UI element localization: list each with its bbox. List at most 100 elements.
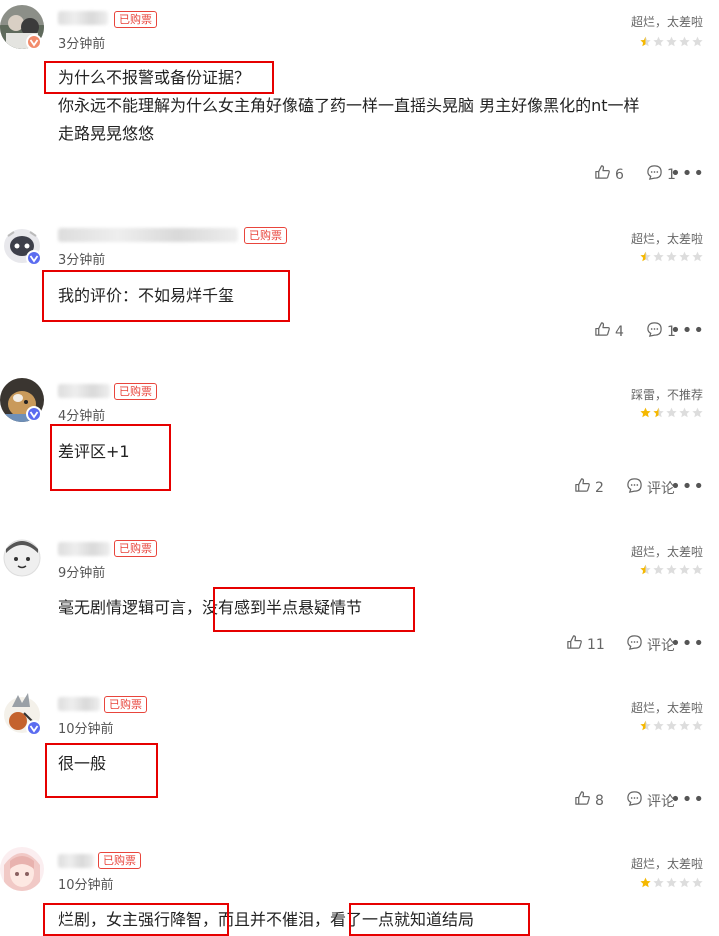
rating-text: 超烂，太差啦: [630, 857, 703, 871]
star-icon: [666, 564, 677, 575]
star-icon: [653, 877, 664, 888]
review-card: 已购票 10分钟前 超烂，太差啦 很一般 8 评论 •••: [0, 689, 719, 829]
verified-badge-icon: [26, 250, 42, 266]
star-icon: [653, 407, 664, 418]
purchased-badge: 已购票: [98, 852, 141, 869]
star-icon: [679, 564, 690, 575]
star-icon: [679, 877, 690, 888]
comment-button[interactable]: 评论: [626, 477, 675, 498]
thumbs-up-icon: [566, 634, 583, 655]
star-icon: [679, 407, 690, 418]
star-rating: [640, 407, 703, 418]
highlight-box: [213, 587, 415, 632]
star-icon: [653, 720, 664, 731]
star-icon: [653, 564, 664, 575]
comment-bubble-icon: [626, 634, 643, 655]
star-icon: [640, 564, 651, 575]
star-icon: [640, 251, 651, 262]
comment-bubble-icon: [646, 321, 663, 342]
more-dots-icon[interactable]: •••: [670, 789, 705, 810]
star-rating: [640, 36, 703, 47]
review-card: 已购票 9分钟前 超烂，太差啦 毫无剧情逻辑可言，没有感到半点悬疑情节 11 评…: [0, 533, 719, 673]
like-count: 11: [587, 636, 605, 653]
like-button[interactable]: 11: [566, 634, 605, 655]
avatar[interactable]: [0, 535, 44, 579]
comment-bubble-icon: [626, 790, 643, 811]
purchased-badge: 已购票: [244, 227, 287, 244]
highlight-box: [349, 903, 530, 936]
star-icon: [640, 407, 651, 418]
thumbs-up-icon: [574, 477, 591, 498]
star-icon: [692, 251, 703, 262]
star-icon: [640, 877, 651, 888]
star-icon: [692, 407, 703, 418]
highlight-box: [42, 270, 290, 322]
username-blurred[interactable]: [58, 854, 94, 868]
star-icon: [666, 251, 677, 262]
more-dots-icon[interactable]: •••: [670, 163, 705, 184]
purchased-badge: 已购票: [114, 383, 157, 400]
post-time: 9分钟前: [58, 566, 106, 581]
rating-text: 踩雷，不推荐: [630, 388, 703, 402]
review-card: 已购票 3分钟前 超烂，太差啦 为什么不报警或备份证据？ 你永远不能理解为什么女…: [0, 0, 719, 200]
like-count: 6: [615, 166, 624, 183]
post-time: 10分钟前: [58, 722, 114, 737]
post-time: 10分钟前: [58, 878, 114, 893]
thumbs-up-icon: [574, 790, 591, 811]
review-card: 已购票 4分钟前 踩雷，不推荐 差评区+1 2 评论 •••: [0, 375, 719, 515]
like-button[interactable]: 6: [594, 164, 624, 185]
comment-button[interactable]: 评论: [626, 634, 675, 655]
more-dots-icon[interactable]: •••: [670, 633, 705, 654]
username-blurred[interactable]: [58, 228, 238, 242]
star-icon: [692, 720, 703, 731]
username-blurred[interactable]: [58, 384, 110, 398]
review-card: 已购票 10分钟前 超烂，太差啦 烂剧，女主强行降智，而且并不催泪，看了一点就知…: [0, 845, 719, 936]
more-dots-icon[interactable]: •••: [670, 320, 705, 341]
highlight-box: [43, 903, 229, 936]
like-button[interactable]: 8: [574, 790, 604, 811]
star-icon: [679, 251, 690, 262]
star-icon: [640, 36, 651, 47]
purchased-badge: 已购票: [104, 696, 147, 713]
star-icon: [692, 36, 703, 47]
username-blurred[interactable]: [58, 542, 110, 556]
like-count: 4: [615, 323, 624, 340]
star-icon: [666, 407, 677, 418]
star-icon: [666, 720, 677, 731]
like-button[interactable]: 4: [594, 321, 624, 342]
rating-text: 超烂，太差啦: [630, 701, 703, 715]
verified-badge-icon: [26, 720, 42, 736]
star-icon: [692, 564, 703, 575]
star-icon: [666, 36, 677, 47]
rating-text: 超烂，太差啦: [630, 232, 703, 246]
comment-bubble-icon: [626, 477, 643, 498]
avatar[interactable]: [0, 847, 44, 891]
star-icon: [679, 36, 690, 47]
highlight-box: [44, 61, 274, 94]
more-dots-icon[interactable]: •••: [670, 476, 705, 497]
star-rating: [640, 251, 703, 262]
highlight-box: [45, 743, 158, 798]
post-time: 3分钟前: [58, 37, 106, 52]
purchased-badge: 已购票: [114, 540, 157, 557]
star-icon: [653, 251, 664, 262]
star-icon: [679, 720, 690, 731]
thumbs-up-icon: [594, 321, 611, 342]
thumbs-up-icon: [594, 164, 611, 185]
username-blurred[interactable]: [58, 11, 108, 25]
purchased-badge: 已购票: [114, 11, 157, 28]
like-count: 8: [595, 792, 604, 809]
like-button[interactable]: 2: [574, 477, 604, 498]
verified-badge-icon: [26, 406, 42, 422]
star-rating: [640, 564, 703, 575]
highlight-box: [50, 424, 171, 491]
star-rating: [640, 720, 703, 731]
comment-button[interactable]: 评论: [626, 790, 675, 811]
like-count: 2: [595, 479, 604, 496]
review-card: 已购票 3分钟前 超烂，太差啦 我的评价：不如易烊千玺 4 1 •••: [0, 220, 719, 360]
star-icon: [640, 720, 651, 731]
star-icon: [692, 877, 703, 888]
verified-badge-icon: [26, 34, 42, 50]
star-icon: [653, 36, 664, 47]
username-blurred[interactable]: [58, 697, 100, 711]
